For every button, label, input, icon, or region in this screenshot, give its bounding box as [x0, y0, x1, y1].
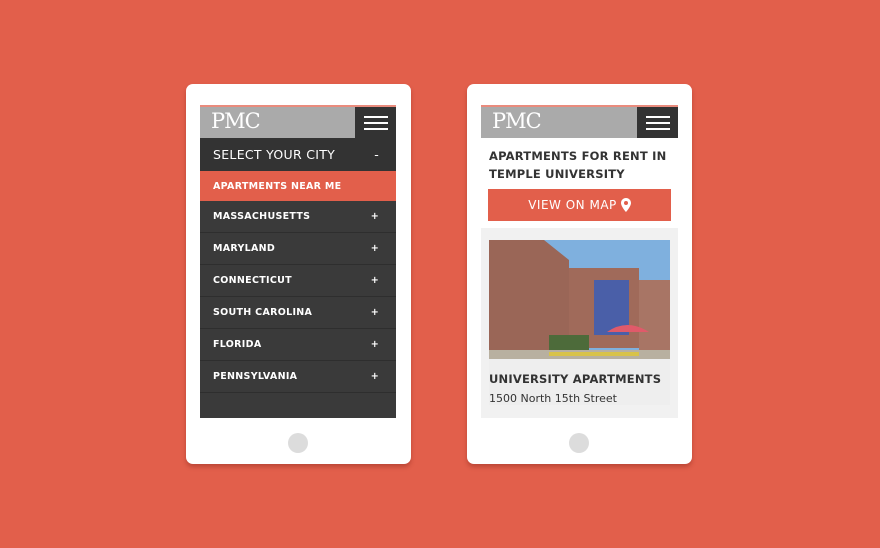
phone-mockup-listing: PMC APARTMENTS FOR RENT IN TEMPLE UNIVER… [467, 84, 692, 464]
home-button [569, 433, 589, 453]
collapse-icon: - [374, 147, 379, 162]
state-item[interactable]: PENNSYLVANIA + [200, 361, 396, 393]
hamburger-icon[interactable] [355, 107, 396, 138]
view-on-map-label: VIEW ON MAP [528, 198, 617, 212]
state-label: MASSACHUSETTS [213, 211, 311, 222]
phone-mockup-city-menu: PMC SELECT YOUR CITY - APARTMENTS NEAR M… [186, 84, 411, 464]
hamburger-icon[interactable] [637, 107, 678, 138]
apartments-near-me-link[interactable]: APARTMENTS NEAR ME [200, 171, 396, 201]
state-label: SOUTH CAROLINA [213, 307, 313, 318]
state-label: FLORIDA [213, 339, 262, 350]
state-item[interactable]: CONNECTICUT + [200, 265, 396, 297]
pmc-logo[interactable]: PMC [200, 107, 355, 138]
state-item[interactable]: SOUTH CAROLINA + [200, 297, 396, 329]
header-bar: PMC [481, 105, 678, 138]
state-item[interactable]: FLORIDA + [200, 329, 396, 361]
listing-card[interactable]: UNIVERSITY APARTMENTS 1500 North 15th St… [489, 240, 670, 405]
view-on-map-button[interactable]: VIEW ON MAP [488, 189, 671, 221]
select-city-toggle[interactable]: SELECT YOUR CITY - [200, 138, 396, 171]
header-bar: PMC [200, 105, 396, 138]
expand-icon: + [370, 371, 379, 382]
expand-icon: + [370, 339, 379, 350]
expand-icon: + [370, 243, 379, 254]
state-item[interactable]: MASSACHUSETTS + [200, 201, 396, 233]
phone-screen: PMC SELECT YOUR CITY - APARTMENTS NEAR M… [200, 105, 396, 418]
apartment-photo [489, 240, 670, 359]
state-label: MARYLAND [213, 243, 276, 254]
pmc-logo[interactable]: PMC [481, 107, 637, 138]
select-city-label: SELECT YOUR CITY [213, 147, 336, 162]
listing-address: 1500 North 15th Street [489, 392, 617, 405]
state-list: MASSACHUSETTS + MARYLAND + CONNECTICUT + SOUTH… [200, 201, 396, 393]
expand-icon: + [370, 307, 379, 318]
home-button [288, 433, 308, 453]
expand-icon: + [370, 211, 379, 222]
page-title: APARTMENTS FOR RENT IN TEMPLE UNIVERSITY [481, 138, 678, 189]
map-pin-icon [620, 198, 631, 212]
expand-icon: + [370, 275, 379, 286]
state-label: PENNSYLVANIA [213, 371, 298, 382]
state-item[interactable]: MARYLAND + [200, 233, 396, 265]
state-label: CONNECTICUT [213, 275, 292, 286]
listing-name: UNIVERSITY APARTMENTS [489, 372, 662, 386]
phone-screen: PMC APARTMENTS FOR RENT IN TEMPLE UNIVER… [481, 105, 678, 418]
